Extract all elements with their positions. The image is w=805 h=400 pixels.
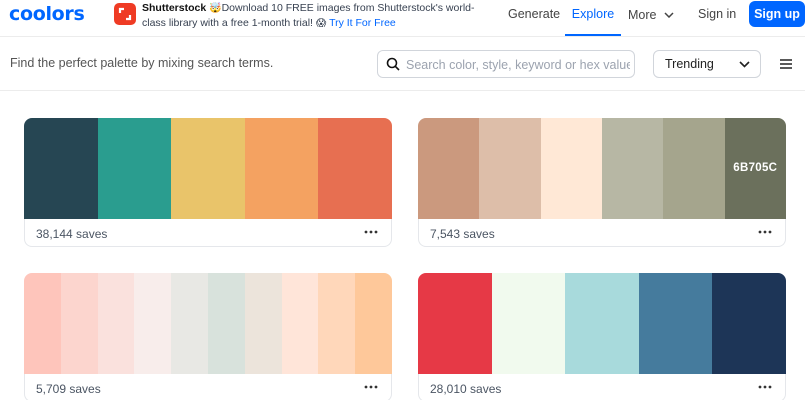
- color-swatch[interactable]: 6B705C: [724, 118, 786, 219]
- color-swatch[interactable]: [565, 273, 639, 374]
- palette-card[interactable]: 6B705C 7,543 saves: [418, 118, 786, 247]
- search-box[interactable]: [377, 50, 635, 78]
- try-it-free-link[interactable]: Try It For Free: [329, 17, 396, 29]
- color-swatch[interactable]: [24, 273, 61, 374]
- menu-icon[interactable]: [780, 57, 792, 69]
- ad-brand: Shutterstock: [142, 2, 207, 14]
- more-options-icon[interactable]: [757, 227, 773, 237]
- color-swatch[interactable]: [418, 118, 480, 219]
- nav-sign-in[interactable]: Sign in: [698, 0, 736, 36]
- palette-swatches[interactable]: 6B705C: [418, 118, 786, 219]
- palette-footer: 7,543 saves: [418, 219, 786, 247]
- ad-text: Shutterstock 🤯Download 10 FREE images fr…: [142, 1, 494, 31]
- search-input[interactable]: [406, 56, 630, 74]
- color-swatch[interactable]: [418, 273, 492, 374]
- nav-more[interactable]: More: [628, 0, 674, 36]
- search-icon: [386, 57, 400, 71]
- color-swatch[interactable]: [712, 273, 786, 374]
- nav-explore[interactable]: Explore: [565, 0, 621, 36]
- palette-footer: 28,010 saves: [418, 374, 786, 400]
- color-swatch[interactable]: [491, 273, 566, 374]
- color-swatch[interactable]: [318, 273, 356, 374]
- color-swatch[interactable]: [479, 118, 541, 219]
- color-swatch[interactable]: [171, 273, 208, 374]
- palette-swatches[interactable]: [24, 118, 392, 219]
- color-swatch[interactable]: [318, 118, 392, 219]
- shutterstock-icon: [114, 3, 136, 25]
- mind-blown-emoji: 🤯: [209, 3, 222, 14]
- color-swatch[interactable]: [97, 273, 135, 374]
- scream-emoji: 😱: [315, 18, 327, 29]
- saves-count: 38,144 saves: [36, 227, 108, 241]
- color-swatch[interactable]: [355, 273, 392, 374]
- top-navigation: coolors Shutterstock 🤯Download 10 FREE i…: [0, 0, 805, 36]
- color-swatch[interactable]: [663, 118, 725, 219]
- more-options-icon[interactable]: [363, 382, 379, 392]
- color-swatch[interactable]: [244, 273, 282, 374]
- sort-dropdown[interactable]: Trending: [653, 50, 761, 78]
- color-swatch[interactable]: [540, 118, 602, 219]
- nav-generate[interactable]: Generate: [508, 0, 560, 36]
- palette-swatches[interactable]: [24, 273, 392, 374]
- palette-card[interactable]: 38,144 saves: [24, 118, 392, 247]
- saves-count: 7,543 saves: [430, 227, 495, 241]
- color-swatch[interactable]: [281, 273, 319, 374]
- color-swatch[interactable]: [24, 118, 98, 219]
- chevron-down-icon: [664, 0, 674, 28]
- palette-footer: 5,709 saves: [24, 374, 392, 400]
- color-swatch[interactable]: [207, 273, 245, 374]
- more-options-icon[interactable]: [363, 227, 379, 237]
- search-hint: Find the perfect palette by mixing searc…: [10, 56, 274, 70]
- coolors-logo[interactable]: coolors: [9, 3, 85, 25]
- color-swatch[interactable]: [97, 118, 172, 219]
- saves-count: 5,709 saves: [36, 382, 101, 396]
- palette-footer: 38,144 saves: [24, 219, 392, 247]
- color-swatch[interactable]: [134, 273, 172, 374]
- color-swatch[interactable]: [60, 273, 98, 374]
- hex-code-label[interactable]: 6B705C: [725, 162, 786, 174]
- shutterstock-ad[interactable]: Shutterstock 🤯Download 10 FREE images fr…: [114, 1, 494, 35]
- color-swatch[interactable]: [601, 118, 664, 219]
- chevron-down-icon: [739, 61, 750, 68]
- nav-more-label: More: [628, 8, 657, 22]
- color-swatch[interactable]: [244, 118, 319, 219]
- color-swatch[interactable]: [171, 118, 245, 219]
- explore-toolbar: Find the perfect palette by mixing searc…: [0, 36, 805, 91]
- palette-card[interactable]: 28,010 saves: [418, 273, 786, 400]
- saves-count: 28,010 saves: [430, 382, 502, 396]
- sort-dropdown-value: Trending: [665, 57, 714, 71]
- sign-up-button[interactable]: Sign up: [749, 1, 805, 27]
- palette-swatches[interactable]: [418, 273, 786, 374]
- palette-card[interactable]: 5,709 saves: [24, 273, 392, 400]
- more-options-icon[interactable]: [757, 382, 773, 392]
- color-swatch[interactable]: [638, 273, 713, 374]
